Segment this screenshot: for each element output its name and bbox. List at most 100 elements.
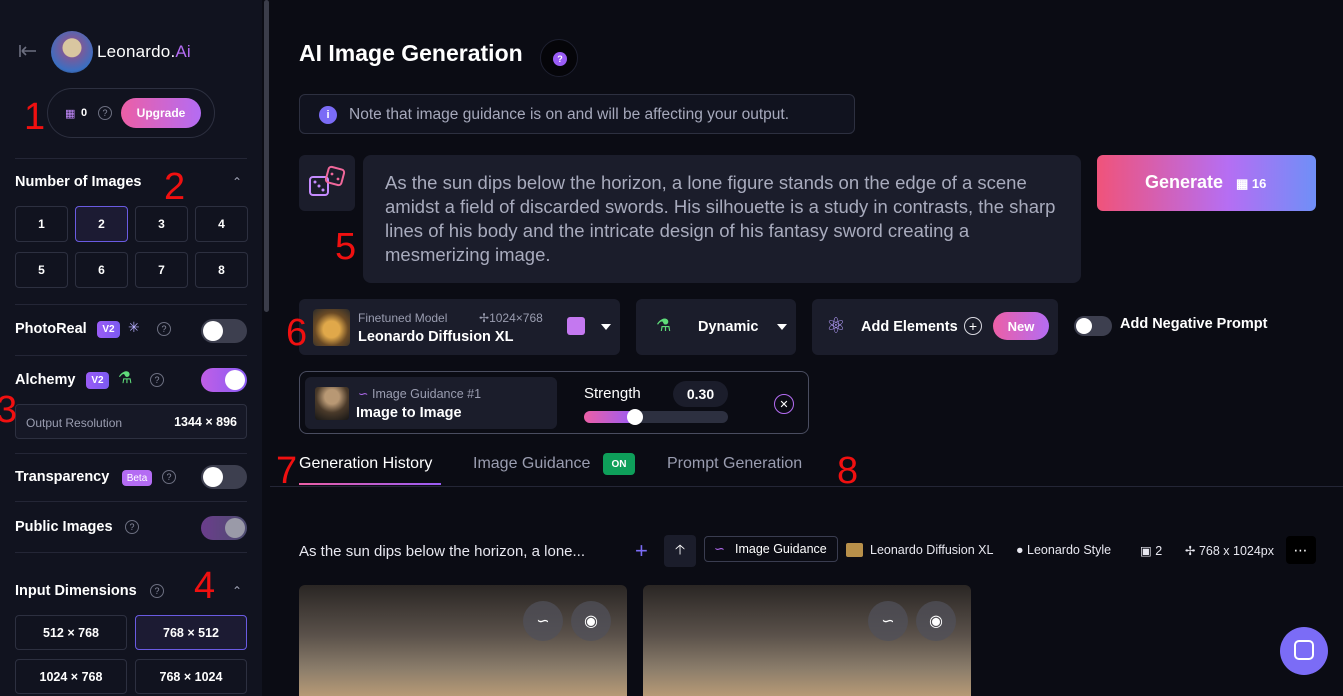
tab-generation-history[interactable]: Generation History (299, 455, 432, 473)
eye-icon[interactable]: ◉ (571, 601, 611, 641)
help-icon[interactable]: ? (150, 584, 164, 598)
token-icon: ▦ (65, 108, 76, 120)
guidance-caption: ∽ Image Guidance #1 (358, 387, 482, 401)
annotation-number: 7 (276, 450, 298, 492)
help-icon: ? (553, 52, 567, 66)
strength-slider[interactable] (584, 409, 728, 425)
reuse-prompt-button[interactable]: 🡡 (664, 535, 696, 567)
annotation-number: 4 (194, 565, 216, 607)
generate-button[interactable]: Generate ▦ 16 (1097, 155, 1316, 211)
photoreal-label: PhotoReal (15, 321, 87, 337)
chevron-up-icon[interactable]: ⌃ (232, 175, 242, 189)
guidance-note-text: Note that image guidance is on and will … (349, 106, 790, 123)
history-style: ● Leonardo Style (1016, 543, 1112, 557)
collapse-sidebar-icon[interactable] (18, 40, 40, 62)
num-images-1[interactable]: 1 (15, 206, 68, 242)
dimension-768x1024[interactable]: 768 × 1024 (135, 659, 247, 694)
eye-icon[interactable]: ◉ (916, 601, 956, 641)
annotation-number: 6 (286, 312, 308, 354)
divider (15, 453, 247, 454)
photoreal-toggle[interactable] (201, 319, 247, 343)
alchemy-label: Alchemy (15, 372, 76, 388)
strength-value[interactable]: 0.30 (673, 381, 728, 407)
annotation-number: 2 (164, 166, 186, 208)
num-images-8[interactable]: 8 (195, 252, 248, 288)
dimension-512x768[interactable]: 512 × 768 (15, 615, 127, 650)
num-images-6[interactable]: 6 (75, 252, 128, 288)
model-caption: Finetuned Model (358, 311, 448, 325)
transparency-toggle[interactable] (201, 465, 247, 489)
help-icon[interactable]: ? (162, 470, 176, 484)
sidebar-scrollbar[interactable] (264, 0, 269, 312)
divider (15, 158, 247, 159)
tabs-divider (270, 486, 1343, 487)
generated-image[interactable]: ∽ ◉ (643, 585, 971, 696)
prompt-input[interactable]: As the sun dips below the horizon, a lon… (363, 155, 1081, 283)
help-icon[interactable]: ? (98, 106, 112, 120)
output-resolution: Output Resolution 1344 × 896 (15, 404, 247, 439)
atom-icon: ⚛ (826, 313, 846, 338)
dice-icon (309, 165, 346, 196)
model-selector[interactable]: Finetuned Model ✢1024×768 Leonardo Diffu… (299, 299, 620, 355)
help-icon[interactable]: ? (125, 520, 139, 534)
image-guidance-card[interactable]: ∽ Image Guidance #1 Image to Image (305, 377, 557, 429)
camera-icon: ✳ (128, 319, 140, 335)
style-selector[interactable]: ⚗ Dynamic (636, 299, 796, 355)
add-icon[interactable]: + (635, 538, 648, 564)
photoreal-version-badge: V2 (97, 321, 120, 338)
logo-text[interactable]: Leonardo.Ai (97, 42, 191, 62)
caret-down-icon[interactable] (777, 324, 787, 330)
image-guidance-action-icon[interactable]: ∽ (523, 601, 563, 641)
caret-down-icon[interactable] (601, 324, 611, 330)
chat-icon (1294, 640, 1314, 660)
num-images-7[interactable]: 7 (135, 252, 188, 288)
help-icon[interactable]: ? (157, 322, 171, 336)
dimension-768x512[interactable]: 768 × 512 (135, 615, 247, 650)
guidance-icon: ∽ (358, 387, 369, 401)
generated-image[interactable]: ∽ ◉ (299, 585, 627, 696)
number-of-images-title: Number of Images (15, 174, 142, 190)
num-images-4[interactable]: 4 (195, 206, 248, 242)
history-size: ✢ 768 x 1024px (1185, 544, 1275, 558)
more-options-icon[interactable]: ⋯ (1286, 536, 1316, 564)
divider (15, 304, 247, 305)
random-prompt-button[interactable] (299, 155, 355, 211)
image-guidance-action-icon[interactable]: ∽ (868, 601, 908, 641)
image-guidance-panel: ∽ Image Guidance #1 Image to Image Stren… (299, 371, 809, 434)
help-icon[interactable]: ? (150, 373, 164, 387)
upgrade-button[interactable]: Upgrade (121, 98, 201, 128)
annotation-number: 1 (24, 96, 46, 138)
style-label: Dynamic (698, 319, 759, 335)
guidance-thumbnail (315, 387, 349, 420)
add-elements-label: Add Elements (861, 319, 958, 335)
input-dimensions-title: Input Dimensions (15, 583, 137, 599)
remove-guidance-icon[interactable]: ✕ (774, 394, 794, 414)
num-images-2[interactable]: 2 (75, 206, 128, 242)
support-chat-button[interactable] (1280, 627, 1328, 675)
tab-image-guidance[interactable]: Image Guidance (473, 455, 590, 473)
info-icon: i (319, 106, 337, 124)
model-thumbnail (846, 543, 863, 557)
token-balance: ▦ 0 ? Upgrade (47, 88, 215, 138)
history-prompt: As the sun dips below the horizon, a lon… (299, 543, 586, 560)
chevron-up-icon[interactable]: ⌃ (232, 584, 242, 598)
history-count: ▣ 2 (1140, 544, 1163, 558)
public-images-toggle[interactable] (201, 516, 247, 540)
strength-slider-handle[interactable] (627, 409, 644, 425)
plus-icon: + (964, 317, 982, 335)
edit-model-icon[interactable] (567, 317, 585, 335)
output-resolution-value: 1344 × 896 (174, 415, 237, 429)
add-elements-button[interactable]: ⚛ Add Elements + New (812, 299, 1058, 355)
guidance-note: i Note that image guidance is on and wil… (299, 94, 855, 134)
title-help-button[interactable]: ? (540, 39, 578, 77)
negative-prompt-toggle[interactable] (1074, 316, 1112, 336)
dimension-1024x768[interactable]: 1024 × 768 (15, 659, 127, 694)
alchemy-toggle[interactable] (201, 368, 247, 392)
tab-prompt-generation[interactable]: Prompt Generation (667, 455, 802, 473)
num-images-5[interactable]: 5 (15, 252, 68, 288)
logo-avatar[interactable] (51, 31, 93, 73)
num-images-3[interactable]: 3 (135, 206, 188, 242)
transparency-label: Transparency (15, 469, 110, 485)
guidance-icon: ∽ (714, 541, 725, 556)
prompt-text[interactable]: As the sun dips below the horizon, a lon… (385, 171, 1065, 267)
